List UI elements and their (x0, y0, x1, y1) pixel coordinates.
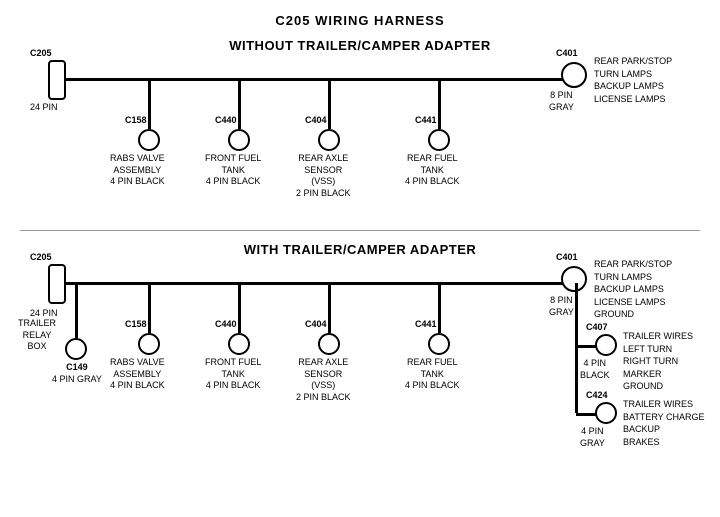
c424-label: C424 (586, 390, 608, 402)
c440-top-sublabel: FRONT FUELTANK4 PIN BLACK (205, 153, 261, 188)
c158-bot-vline (148, 283, 151, 333)
c404-bot-label: C404 (305, 319, 327, 331)
diagram-container: C205 WIRING HARNESS WITHOUT TRAILER/CAMP… (0, 0, 720, 500)
section2-label: WITH TRAILER/CAMPER ADAPTER (100, 242, 620, 257)
c205-top-connector (48, 60, 66, 100)
c407-label: C407 (586, 322, 608, 334)
c441-bot-connector (428, 333, 450, 355)
c401-top-label: C401 (556, 48, 578, 60)
c401-bot-right-label: REAR PARK/STOPTURN LAMPSBACKUP LAMPSLICE… (594, 258, 672, 321)
c401-top-sublabel: 8 PINGRAY (549, 90, 574, 113)
c441-top-label: C441 (415, 115, 437, 127)
c424-sublabel: 4 PINGRAY (580, 426, 605, 449)
c404-top-sublabel: REAR AXLESENSOR(VSS)2 PIN BLACK (296, 153, 351, 200)
c440-top-label: C440 (215, 115, 237, 127)
c441-top-vline (438, 79, 441, 129)
c440-top-connector (228, 129, 250, 151)
c404-bot-connector (318, 333, 340, 355)
c205-top-label: C205 (30, 48, 52, 60)
c401-bot-connector (561, 266, 587, 292)
c158-top-label: C158 (125, 115, 147, 127)
c441-bot-label: C441 (415, 319, 437, 331)
bot-right-vline (575, 283, 578, 413)
c440-bot-vline (238, 283, 241, 333)
c407-sublabel: 4 PINBLACK (580, 358, 610, 381)
c441-top-connector (428, 129, 450, 151)
c158-bot-label: C158 (125, 319, 147, 331)
c404-top-label: C404 (305, 115, 327, 127)
c401-bot-sublabel: 8 PINGRAY (549, 295, 574, 318)
c424-right-label: TRAILER WIRESBATTERY CHARGEBACKUPBRAKES (623, 398, 705, 448)
c158-top-vline (148, 79, 151, 129)
c440-bot-label: C440 (215, 319, 237, 331)
section-divider (20, 230, 700, 231)
c424-connector (595, 402, 617, 424)
c407-connector (595, 334, 617, 356)
c440-bot-connector (228, 333, 250, 355)
c401-bot-label: C401 (556, 252, 578, 264)
c149-label: C1494 PIN GRAY (52, 362, 102, 385)
bot-main-hline (60, 282, 570, 285)
c440-bot-sublabel: FRONT FUELTANK4 PIN BLACK (205, 357, 261, 392)
c205-bot-label: C205 (30, 252, 52, 264)
c149-connector (65, 338, 87, 360)
c158-bot-sublabel: RABS VALVEASSEMBLY4 PIN BLACK (110, 357, 165, 392)
section1-label: WITHOUT TRAILER/CAMPER ADAPTER (100, 38, 620, 53)
page-title: C205 WIRING HARNESS (0, 5, 720, 28)
c205-top-sublabel: 24 PIN (30, 102, 58, 114)
trailer-relay-label: TRAILERRELAYBOX (18, 318, 56, 353)
c441-bot-vline (438, 283, 441, 333)
c401-top-connector (561, 62, 587, 88)
c401-top-right-label: REAR PARK/STOPTURN LAMPSBACKUP LAMPSLICE… (594, 55, 672, 105)
c404-top-vline (328, 79, 331, 129)
c149-vline (75, 283, 78, 338)
c440-top-vline (238, 79, 241, 129)
top-main-hline (60, 78, 570, 81)
c441-top-sublabel: REAR FUELTANK4 PIN BLACK (405, 153, 460, 188)
c205-bot-connector (48, 264, 66, 304)
c407-right-label: TRAILER WIRESLEFT TURNRIGHT TURNMARKERGR… (623, 330, 693, 393)
c441-bot-sublabel: REAR FUELTANK4 PIN BLACK (405, 357, 460, 392)
c158-top-sublabel: RABS VALVEASSEMBLY4 PIN BLACK (110, 153, 165, 188)
c404-bot-sublabel: REAR AXLESENSOR(VSS)2 PIN BLACK (296, 357, 351, 404)
c158-bot-connector (138, 333, 160, 355)
c404-bot-vline (328, 283, 331, 333)
c404-top-connector (318, 129, 340, 151)
c158-top-connector (138, 129, 160, 151)
